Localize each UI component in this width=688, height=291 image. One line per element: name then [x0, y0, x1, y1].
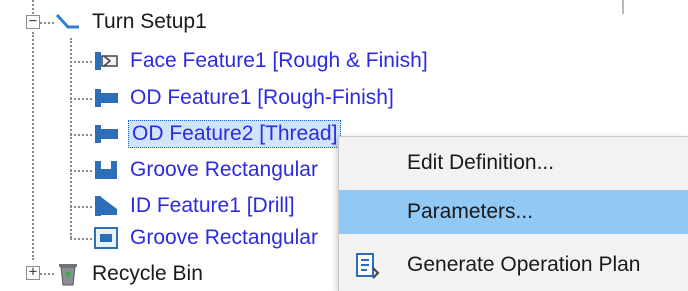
menu-item-label: Edit Definition... [407, 151, 555, 174]
tree-connector [70, 206, 92, 208]
tree-node-label: Recycle Bin [92, 262, 203, 285]
tree-connector [32, 32, 34, 260]
tree-node-groove-1[interactable]: Groove Rectangular [92, 154, 320, 186]
tree-node-groove-2[interactable]: Groove Rectangular [92, 222, 320, 254]
tree-connector [70, 38, 72, 238]
tree-connector [40, 22, 54, 24]
tree-node-label: ID Feature1 [Drill] [130, 194, 295, 217]
tree-connector [40, 273, 54, 275]
od-feature-icon [95, 125, 118, 143]
menu-item-label: Generate Operation Plan [407, 253, 641, 276]
groove-feature-icon [94, 227, 118, 249]
tree-connector [70, 61, 92, 63]
tree-node-label: Turn Setup1 [92, 10, 207, 33]
panel-divider [622, 0, 624, 14]
turn-setup-icon [55, 13, 79, 29]
groove-feature-icon [95, 161, 117, 179]
tree-connector [70, 238, 92, 240]
tree-node-label: Groove Rectangular [130, 226, 318, 249]
collapse-toggle[interactable]: − [26, 14, 40, 29]
tree-node-label: OD Feature2 [Thread] [128, 120, 342, 148]
id-feature-icon [95, 196, 117, 216]
tree-node-od-feature-2[interactable]: OD Feature2 [Thread] [92, 118, 342, 150]
operation-plan-icon [356, 253, 380, 279]
menu-item-generate-operation-plan[interactable]: Generate Operation Plan [339, 243, 688, 287]
context-menu: Edit Definition... Parameters... Generat… [338, 136, 688, 291]
menu-item-label: Parameters... [407, 200, 534, 223]
tree-node-id-feature[interactable]: ID Feature1 [Drill] [92, 190, 297, 222]
expand-toggle[interactable]: + [26, 265, 40, 280]
tree-node-face-feature[interactable]: Face Feature1 [Rough & Finish] [92, 45, 430, 77]
face-feature-icon [95, 52, 118, 70]
tree-node-turn-setup[interactable]: Turn Setup1 [54, 6, 209, 38]
tree-node-recycle-bin[interactable]: Recycle Bin [54, 258, 205, 290]
recycle-bin-icon [59, 264, 77, 286]
tree-connector [32, 0, 34, 14]
od-feature-icon [95, 89, 118, 107]
menu-item-parameters[interactable]: Parameters... [339, 190, 688, 234]
tree-connector [70, 98, 92, 100]
menu-item-edit-definition[interactable]: Edit Definition... [339, 141, 688, 185]
tree-connector [70, 170, 92, 172]
tree-node-od-feature-1[interactable]: OD Feature1 [Rough-Finish] [92, 82, 396, 114]
tree-node-label: OD Feature1 [Rough-Finish] [130, 86, 394, 109]
tree-node-label: Face Feature1 [Rough & Finish] [130, 49, 428, 72]
tree-connector [70, 134, 92, 136]
tree-node-label: Groove Rectangular [130, 158, 318, 181]
